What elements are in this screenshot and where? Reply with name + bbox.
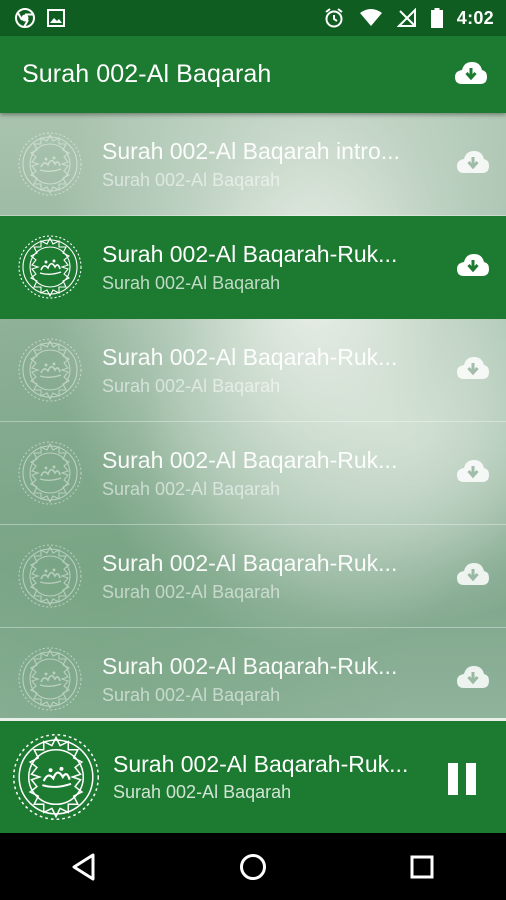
cloud-download-icon[interactable] [456,252,490,283]
cloud-download-icon[interactable] [456,458,490,489]
track-subtitle: Surah 002-Al Baqarah [102,478,281,499]
chrome-icon [14,7,36,29]
cloud-download-icon[interactable] [454,60,488,91]
track-title: Surah 002-Al Baqarah-Ruk... [102,652,398,679]
list-item[interactable]: Surah 002-Al Baqarah-Ruk... Surah 002-Al… [0,216,506,319]
home-icon[interactable] [223,837,283,897]
back-icon[interactable] [54,837,114,897]
surah-artwork-icon [17,234,83,300]
track-subtitle: Surah 002-Al Baqarah [102,684,281,705]
image-icon [46,8,66,28]
now-playing-subtitle: Surah 002-Al Baqarah [113,782,292,802]
list-item[interactable]: Surah 002-Al Baqarah-Ruk... Surah 002-Al… [0,319,506,422]
alarm-icon [323,7,345,29]
track-title: Surah 002-Al Baqarah-Ruk... [102,446,398,473]
battery-icon [430,8,443,28]
list-item[interactable]: Surah 002-Al Baqarah-Ruk... Surah 002-Al… [0,422,506,525]
surah-artwork-icon [17,543,83,609]
app-bar: Surah 002-Al Baqarah [0,36,506,113]
now-playing-title: Surah 002-Al Baqarah-Ruk... [113,751,409,777]
track-title: Surah 002-Al Baqarah intro... [102,137,400,164]
recents-icon[interactable] [392,837,452,897]
surah-artwork-icon [11,732,101,822]
track-list: Surah 002-Al Baqarah intro... Surah 002-… [0,113,506,718]
track-subtitle: Surah 002-Al Baqarah [102,272,281,293]
surah-artwork-icon [17,646,83,712]
surah-artwork-icon [17,131,83,197]
track-title: Surah 002-Al Baqarah-Ruk... [102,343,398,370]
surah-artwork-icon [17,337,83,403]
track-subtitle: Surah 002-Al Baqarah [102,581,281,602]
cloud-download-icon[interactable] [456,355,490,386]
surah-artwork-icon [17,440,83,506]
track-subtitle: Surah 002-Al Baqarah [102,169,281,190]
system-nav-bar [0,833,506,900]
status-bar: 4:02 [0,0,506,36]
page-title: Surah 002-Al Baqarah [22,60,272,88]
list-item[interactable]: Surah 002-Al Baqarah-Ruk... Surah 002-Al… [0,628,506,718]
cloud-download-icon[interactable] [456,664,490,695]
list-item[interactable]: Surah 002-Al Baqarah-Ruk... Surah 002-Al… [0,525,506,628]
cloud-download-icon[interactable] [456,149,490,180]
track-title: Surah 002-Al Baqarah-Ruk... [102,240,398,267]
list-item[interactable]: Surah 002-Al Baqarah intro... Surah 002-… [0,113,506,216]
wifi-icon [359,8,383,28]
pause-icon[interactable] [448,763,476,795]
track-subtitle: Surah 002-Al Baqarah [102,375,281,396]
status-time: 4:02 [456,7,494,28]
now-playing-bar[interactable]: Surah 002-Al Baqarah-Ruk... Surah 002-Al… [0,718,506,833]
track-title: Surah 002-Al Baqarah-Ruk... [102,549,398,576]
no-signal-icon [396,8,417,28]
cloud-download-icon[interactable] [456,561,490,592]
